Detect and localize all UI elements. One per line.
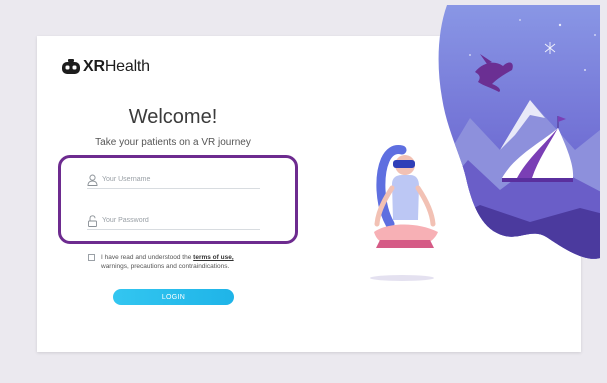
password-field[interactable] xyxy=(87,212,260,230)
username-input[interactable] xyxy=(102,176,252,183)
xrhealth-logo: XR Health xyxy=(62,58,150,76)
terms-text: I have read and understood the terms of … xyxy=(101,253,234,271)
terms-of-use-link[interactable]: terms of use, xyxy=(193,254,233,261)
lock-icon xyxy=(88,214,97,227)
terms-agreement: I have read and understood the terms of … xyxy=(88,253,234,271)
tagline: Take your patients on a VR journey xyxy=(95,137,251,148)
logo-text-bold: XR xyxy=(83,58,105,75)
terms-prefix: I have read and understood the xyxy=(101,254,192,261)
login-button[interactable]: LOGIN xyxy=(113,289,234,305)
terms-suffix: warnings, precautions and contraindicati… xyxy=(101,263,230,270)
welcome-heading: Welcome! xyxy=(128,106,218,128)
terms-checkbox[interactable] xyxy=(88,254,95,261)
password-input[interactable] xyxy=(102,217,252,224)
vr-headset-icon xyxy=(62,59,80,74)
credentials-highlight-box xyxy=(58,155,298,244)
user-icon xyxy=(87,174,98,186)
username-field[interactable] xyxy=(87,171,260,189)
logo-text-light: Health xyxy=(104,58,150,75)
